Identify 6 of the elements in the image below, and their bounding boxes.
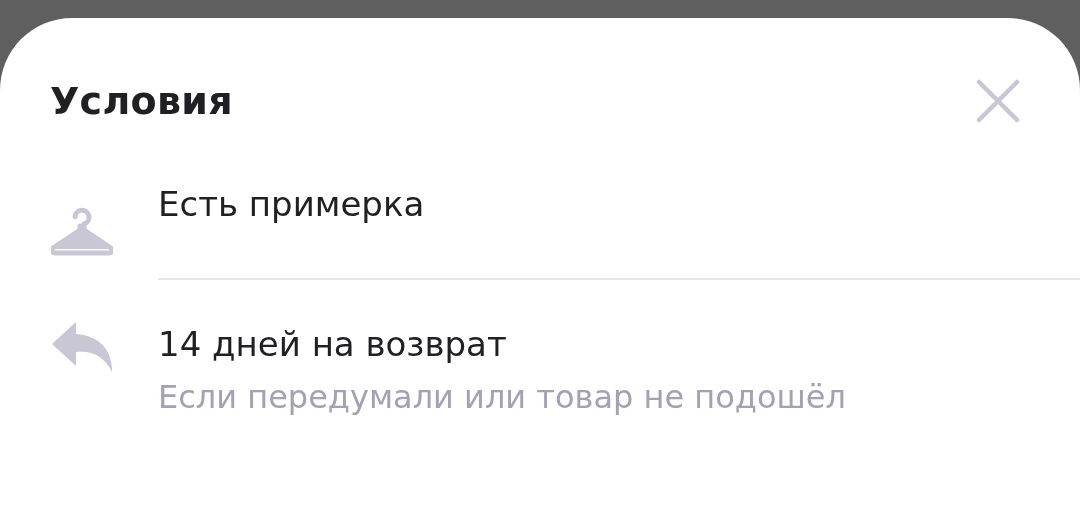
- condition-subtitle: Если передумали или товар не подошёл: [158, 378, 847, 416]
- sheet-title: Условия: [50, 79, 233, 123]
- close-button[interactable]: [976, 79, 1020, 123]
- condition-title: 14 дней на возврат: [158, 324, 508, 364]
- hanger-icon: [51, 207, 113, 257]
- condition-title: Есть примерка: [158, 184, 426, 224]
